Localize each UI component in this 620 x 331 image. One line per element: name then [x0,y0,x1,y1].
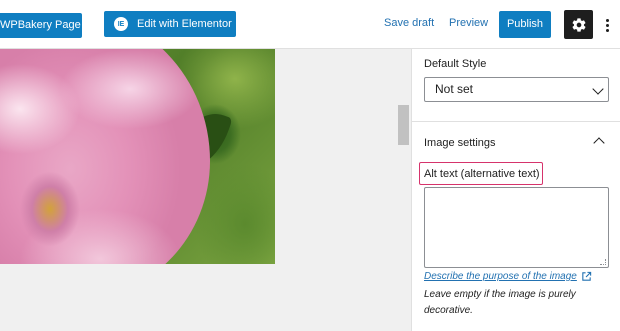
panel-divider [412,121,620,122]
editor-canvas [0,49,397,331]
chevron-down-icon [592,83,604,95]
canvas-scrollbar[interactable] [397,49,411,331]
peony-photo [0,49,210,264]
resize-handle-icon[interactable] [600,259,606,265]
default-style-label: Default Style [424,58,487,70]
vertical-ellipsis-icon [605,18,609,22]
alt-text-field[interactable] [424,187,609,268]
chevron-up-icon[interactable] [593,137,605,149]
preview-button[interactable]: Preview [449,17,488,29]
settings-button[interactable] [564,10,593,39]
describe-purpose-link[interactable]: Describe the purpose of the image [424,271,592,282]
selected-image-block[interactable] [0,49,275,264]
editor-top-toolbar: WPBakery Page Builder IE Edit with Eleme… [0,0,620,49]
image-settings-panel-title[interactable]: Image settings [424,137,496,149]
scrollbar-thumb[interactable] [398,105,409,145]
gear-icon [572,17,585,32]
edit-with-elementor-label: Edit with Elementor [137,18,232,30]
settings-sidebar: Default Style Not set Image settings Alt… [411,49,620,331]
alt-text-label: Alt text (alternative text) [424,168,540,180]
wpbakery-page-builder-button[interactable]: WPBakery Page Builder [0,13,82,38]
external-link-icon [582,271,592,281]
describe-purpose-link-text: Describe the purpose of the image [424,271,577,282]
edit-with-elementor-button[interactable]: IE Edit with Elementor [104,11,236,37]
options-menu-button[interactable] [602,14,612,36]
elementor-logo-icon: IE [114,17,128,31]
default-style-select[interactable]: Not set [424,77,609,102]
alt-text-help-text: Leave empty if the image is purely decor… [424,289,576,316]
publish-button[interactable]: Publish [499,11,551,38]
default-style-value: Not set [435,82,474,96]
save-draft-button[interactable]: Save draft [384,17,434,29]
